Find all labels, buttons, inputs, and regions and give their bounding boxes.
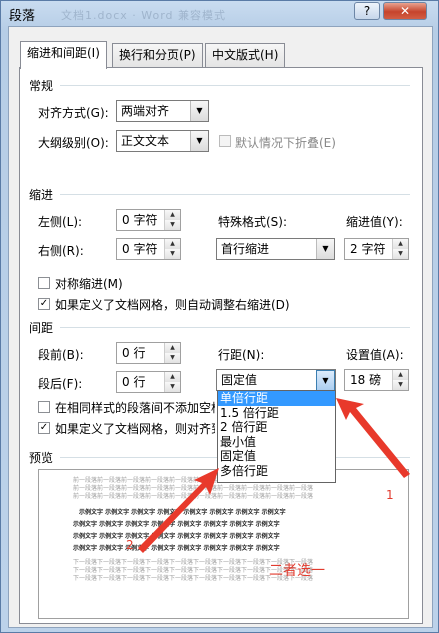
option-single[interactable]: 单倍行距 <box>218 391 335 406</box>
outline-level-label: 大纲级别(O): <box>38 136 109 150</box>
annotation-label-2: 2 <box>126 538 134 552</box>
mirror-checkbox[interactable] <box>38 277 50 289</box>
spacing-section-title: 间距 <box>29 321 54 335</box>
spin-down-icon[interactable]: ▼ <box>392 249 408 259</box>
after-value: 0 行 <box>122 375 146 389</box>
chevron-down-icon: ▼ <box>190 131 208 151</box>
outline-level-value: 正文文本 <box>121 134 170 148</box>
chevron-down-icon: ▼ <box>190 101 208 121</box>
tab-asian-typography[interactable]: 中文版式(H) <box>205 43 286 67</box>
indent-right-label: 右侧(R): <box>38 244 84 258</box>
tab-line-page-breaks[interactable]: 换行和分页(P) <box>112 43 203 67</box>
spin-down-icon[interactable]: ▼ <box>164 220 180 230</box>
spin-down-icon[interactable]: ▼ <box>164 382 180 392</box>
by-spinner[interactable]: 2 字符 ▲ ▼ <box>344 238 409 260</box>
line-spacing-dropdown: 单倍行距 1.5 倍行距 2 倍行距 最小值 固定值 多倍行距 <box>217 390 336 483</box>
preview-sample-line: 示例文字 示例文字 示例文字 示例文字 示例文字 示例文字 示例文字 示例文字 <box>73 533 280 540</box>
preview-box: 前一段落前一段落前一段落前一段落前一段落前一段落前一段落前一段落前一段落前一段落… <box>38 469 409 619</box>
help-button[interactable]: ? <box>354 2 380 20</box>
indent-section-title: 缩进 <box>29 188 54 202</box>
before-spinner[interactable]: 0 行 ▲ ▼ <box>116 342 181 364</box>
window-title: 段落 <box>9 9 36 24</box>
annotation-choose-one: 二者选一 <box>269 563 325 579</box>
snap-to-grid-checkbox[interactable]: ✓ <box>38 422 50 434</box>
alignment-label: 对齐方式(G): <box>38 106 109 120</box>
special-label: 特殊格式(S): <box>218 215 288 229</box>
spacing-divider <box>60 327 410 328</box>
line-spacing-select[interactable]: 固定值 ▼ <box>216 369 336 392</box>
before-value: 0 行 <box>122 346 146 360</box>
auto-right-indent-checkbox[interactable]: ✓ <box>38 298 50 310</box>
spin-down-icon[interactable]: ▼ <box>164 353 180 363</box>
preview-previous-paragraph: 前一段落前一段落前一段落前一段落前一段落前一段落前一段落前一段落前一段落前一段落 <box>73 485 314 492</box>
window-ghost-title: 文档1.docx · Word 兼容模式 <box>61 9 227 22</box>
collapse-label: 默认情况下折叠(E) <box>235 136 336 150</box>
chevron-down-icon: ▼ <box>316 370 335 392</box>
preview-sample-line: 示例文字 示例文字 示例文字 示例文字 示例文字 示例文字 示例文字 示例文字 <box>79 509 286 516</box>
before-label: 段前(B): <box>38 348 84 362</box>
chevron-down-icon: ▼ <box>316 239 334 259</box>
preview-sample-line: 示例文字 示例文字 示例文字 示例文字 示例文字 示例文字 示例文字 示例文字 <box>73 521 280 528</box>
spin-down-icon[interactable]: ▼ <box>164 249 180 259</box>
after-spinner[interactable]: 0 行 ▲ ▼ <box>116 371 181 393</box>
annotation-label-1: 1 <box>386 488 394 502</box>
line-spacing-value: 固定值 <box>221 373 258 387</box>
option-exactly[interactable]: 固定值 <box>218 449 335 464</box>
outline-level-select[interactable]: 正文文本 ▼ <box>116 130 209 152</box>
after-label: 段后(F): <box>38 377 83 391</box>
at-label: 设置值(A): <box>346 348 404 362</box>
preview-previous-paragraph: 前一段落前一段落前一段落前一段落前一段落前一段落前一段落前一段落前一段落前一段落 <box>73 493 314 500</box>
alignment-select[interactable]: 两端对齐 ▼ <box>116 100 209 122</box>
special-select[interactable]: 首行缩进 ▼ <box>216 238 335 260</box>
by-label: 缩进值(Y): <box>346 215 403 229</box>
by-value: 2 字符 <box>350 242 386 256</box>
preview-sample-line: 示例文字 示例文字 示例文字 示例文字 示例文字 示例文字 示例文字 示例文字 <box>73 545 280 552</box>
close-button[interactable]: ✕ <box>383 2 427 20</box>
option-multiple[interactable]: 多倍行距 <box>218 464 335 479</box>
collapse-checkbox[interactable] <box>219 135 231 147</box>
spin-down-icon[interactable]: ▼ <box>392 380 408 390</box>
indent-left-value: 0 字符 <box>122 213 158 227</box>
option-at-least[interactable]: 最小值 <box>218 435 335 450</box>
indent-right-value: 0 字符 <box>122 242 158 256</box>
indent-right-spinner[interactable]: 0 字符 ▲ ▼ <box>116 238 181 260</box>
indent-left-spinner[interactable]: 0 字符 ▲ ▼ <box>116 209 181 231</box>
general-divider <box>60 85 410 86</box>
at-spinner[interactable]: 18 磅 ▲ ▼ <box>344 369 409 391</box>
indent-left-label: 左侧(L): <box>38 215 83 229</box>
preview-section-title: 预览 <box>29 451 54 465</box>
auto-right-indent-label: 如果定义了文档网格，则自动调整右缩进(D) <box>55 298 290 312</box>
snap-to-grid-label: 如果定义了文档网格，则对齐到网格(W) <box>55 422 215 436</box>
alignment-value: 两端对齐 <box>121 104 170 118</box>
no-space-same-style-checkbox[interactable] <box>38 401 50 413</box>
line-spacing-label: 行距(N): <box>218 348 265 362</box>
tab-indents-spacing[interactable]: 缩进和间距(I) <box>20 41 107 69</box>
option-double[interactable]: 2 倍行距 <box>218 420 335 435</box>
general-section-title: 常规 <box>29 79 54 93</box>
special-value: 首行缩进 <box>221 242 270 256</box>
option-1-5-lines[interactable]: 1.5 倍行距 <box>218 406 335 421</box>
no-space-same-style-label: 在相同样式的段落间不添加空格(C) <box>55 401 215 415</box>
indent-divider <box>60 194 410 195</box>
mirror-label: 对称缩进(M) <box>55 277 123 291</box>
at-value: 18 磅 <box>350 373 382 387</box>
